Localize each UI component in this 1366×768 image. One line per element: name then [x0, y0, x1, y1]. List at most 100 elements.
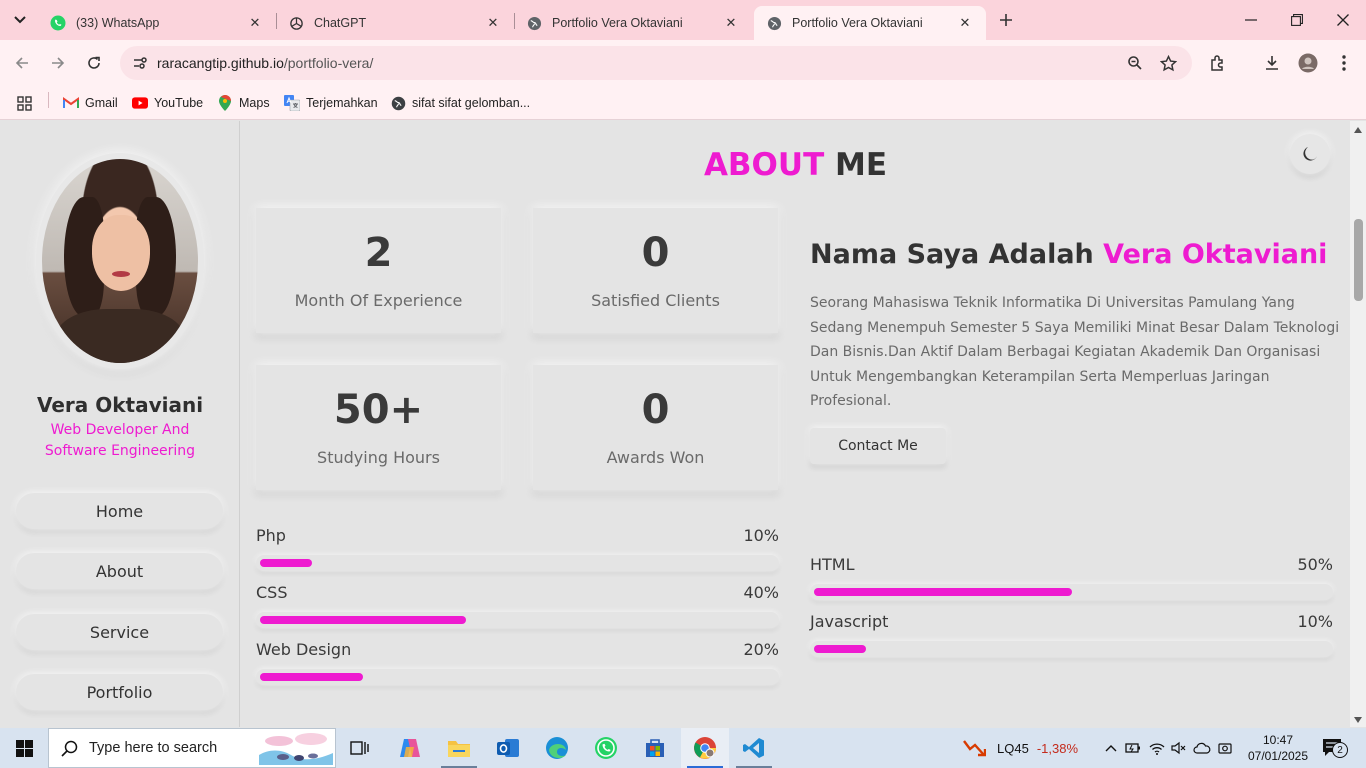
youtube-icon: [132, 95, 148, 111]
bookmark-youtube[interactable]: YouTube: [132, 92, 203, 114]
bookmark-translate[interactable]: Terjemahkan: [284, 92, 378, 114]
bookmark-star-icon[interactable]: [1156, 51, 1180, 75]
stat-label: Studying Hours: [317, 448, 440, 467]
site-info-icon[interactable]: [128, 51, 152, 75]
bookmark-gelombang[interactable]: sifat sifat gelomban...: [390, 92, 530, 114]
taskbar-search[interactable]: Type here to search: [48, 728, 336, 768]
taskbar-chrome[interactable]: [681, 728, 729, 768]
search-highlight-illustration: [259, 733, 333, 765]
arrow-left-icon: [15, 57, 28, 69]
taskbar-file-explorer[interactable]: [435, 728, 483, 768]
start-button[interactable]: [0, 728, 48, 768]
reload-button[interactable]: [80, 49, 108, 77]
apps-grid-icon: [16, 95, 32, 111]
tab-title: Portfolio Vera Oktaviani: [792, 16, 923, 30]
sidebar: Vera Oktaviani Web Developer And Softwar…: [0, 121, 240, 727]
system-clock[interactable]: 10:47 07/01/2025: [1243, 732, 1313, 764]
folder-icon: [448, 741, 470, 757]
bookmarks-divider: [48, 92, 49, 108]
skill-progress-track: [256, 555, 779, 571]
taskbar-vscode[interactable]: [730, 728, 778, 768]
scroll-up-arrow[interactable]: [1354, 127, 1362, 133]
section-title-accent: ABOUT: [703, 147, 825, 183]
taskbar-store[interactable]: [631, 728, 679, 768]
nav-service[interactable]: Service: [16, 614, 223, 650]
taskbar-whatsapp[interactable]: [582, 728, 630, 768]
camera-icon[interactable]: [1214, 741, 1236, 755]
profile-avatar[interactable]: [1294, 49, 1322, 77]
contact-me-button[interactable]: Contact Me: [810, 428, 946, 464]
clock-time: 10:47: [1262, 733, 1294, 747]
more-menu-icon[interactable]: [1330, 49, 1358, 77]
globe-icon: [390, 95, 406, 111]
chevron-up-icon[interactable]: [1102, 744, 1120, 752]
skill-name: Web Design: [256, 640, 352, 659]
skill-progress-fill: [814, 588, 1072, 596]
download-icon[interactable]: [1258, 49, 1286, 77]
stat-number: 0: [641, 387, 670, 433]
tab-whatsapp[interactable]: (33) WhatsApp ✕: [38, 6, 276, 40]
bookmark-maps[interactable]: Maps: [217, 92, 270, 114]
scroll-down-arrow[interactable]: [1354, 717, 1362, 723]
apps-button[interactable]: [16, 92, 38, 114]
tab-portfolio-active[interactable]: Portfolio Vera Oktaviani ✕: [754, 6, 986, 40]
taskbar-copilot[interactable]: [386, 728, 434, 768]
tab-search-button[interactable]: [8, 8, 32, 32]
wifi-icon[interactable]: [1146, 742, 1168, 755]
about-section: ABOUT ME 2 Month Of Experience 0 Satisfi…: [241, 121, 1350, 727]
volume-muted-icon[interactable]: [1168, 741, 1190, 755]
task-view-button[interactable]: [336, 728, 384, 768]
intro-heading-prefix: Nama Saya Adalah: [810, 239, 1104, 270]
plus-icon: [1000, 14, 1012, 26]
restore-button[interactable]: [1274, 6, 1320, 34]
forward-button[interactable]: [44, 49, 72, 77]
address-bar[interactable]: raracangtip.github.io/portfolio-vera/: [120, 46, 1192, 80]
new-tab-button[interactable]: [994, 8, 1018, 32]
zoom-icon[interactable]: [1123, 51, 1147, 75]
stat-card-hours: 50+ Studying Hours: [256, 365, 501, 490]
notification-center[interactable]: 2: [1322, 728, 1348, 768]
section-title-rest: ME: [824, 147, 888, 183]
scroll-thumb[interactable]: [1354, 219, 1363, 301]
close-tab-icon[interactable]: ✕: [956, 14, 974, 32]
stat-label: Month Of Experience: [294, 291, 463, 310]
nav-about[interactable]: About: [16, 553, 223, 589]
stat-card-awards: 0 Awards Won: [533, 365, 778, 490]
tab-portfolio-1[interactable]: Portfolio Vera Oktaviani ✕: [514, 6, 752, 40]
close-tab-icon[interactable]: ✕: [246, 14, 264, 32]
bookmark-gmail[interactable]: Gmail: [63, 92, 118, 114]
back-button[interactable]: [8, 49, 36, 77]
restore-icon: [1291, 14, 1303, 26]
skill-percent: 50%: [1297, 555, 1333, 574]
url-text[interactable]: raracangtip.github.io/portfolio-vera/: [157, 55, 373, 71]
skill-progress-fill: [260, 673, 363, 681]
nav-portfolio[interactable]: Portfolio: [16, 674, 223, 710]
extensions-icon[interactable]: [1204, 49, 1232, 77]
outlook-icon: [497, 739, 519, 757]
skill-percent: 20%: [743, 640, 779, 659]
notification-count: 2: [1332, 742, 1348, 758]
globe-icon: [526, 15, 542, 31]
intro-heading: Nama Saya Adalah Vera Oktaviani: [810, 239, 1327, 270]
globe-icon: [766, 15, 782, 31]
onedrive-icon[interactable]: [1190, 742, 1214, 754]
chevron-down-icon: [14, 16, 26, 24]
minimize-button[interactable]: [1228, 6, 1274, 34]
profile-photo-frame: [36, 153, 204, 369]
stat-label: Awards Won: [606, 448, 705, 467]
chatgpt-icon: [288, 15, 304, 31]
taskbar-edge[interactable]: [533, 728, 581, 768]
skill-progress-track: [810, 641, 1333, 657]
page-scrollbar[interactable]: [1350, 121, 1366, 727]
tab-chatgpt[interactable]: ChatGPT ✕: [276, 6, 514, 40]
skill-progress-fill: [814, 645, 866, 653]
stock-widget[interactable]: LQ45 -1,38%: [962, 728, 1078, 768]
nav-home[interactable]: Home: [16, 493, 223, 529]
close-tab-icon[interactable]: ✕: [722, 14, 740, 32]
close-tab-icon[interactable]: ✕: [484, 14, 502, 32]
bookmark-label: sifat sifat gelomban...: [412, 96, 531, 110]
close-window-button[interactable]: [1320, 6, 1366, 34]
battery-icon[interactable]: [1120, 742, 1146, 754]
profile-role: Web Developer And Software Engineering: [44, 422, 196, 459]
taskbar-outlook[interactable]: [484, 728, 532, 768]
